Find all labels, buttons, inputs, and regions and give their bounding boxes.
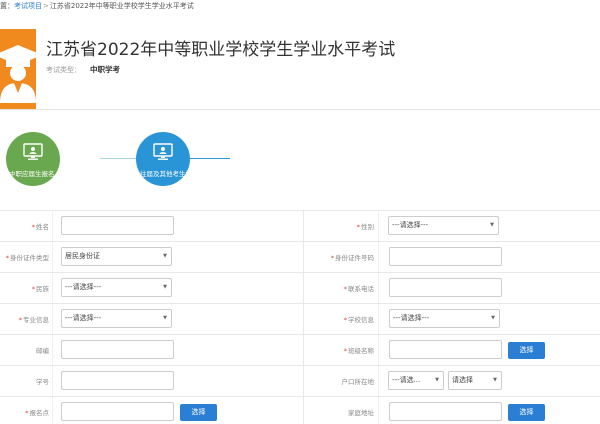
ethnicity-label: *民族 [31,285,49,293]
postcode-label: 邮编 [36,347,49,355]
gender-select[interactable]: ---请选择--- ▼ [388,216,499,235]
form-row: *民族 ---请选择--- ▼ *联系电话 [0,272,600,303]
form-row: *专业信息 ---请选择--- ▼ *学校信息 ---请选择--- ▼ [0,303,600,334]
id-type-label: *身份证件类型 [5,254,49,262]
exam-type-label: 考试类型： [46,66,81,74]
header-divider [0,109,600,110]
class-input[interactable] [389,340,502,359]
name-label: *姓名 [31,223,49,231]
address-label: 家庭地址 [348,409,374,417]
breadcrumb: 置：考试项目>江苏省2022年中等职业学校学生学业水平考试 [0,0,194,13]
exam-type-value: 中职学考 [90,65,120,74]
major-select[interactable]: ---请选择--- ▼ [61,309,172,328]
hukou-city-select[interactable]: 请选择 ▼ [448,371,502,390]
dropdown-arrow-icon: ▼ [163,253,167,259]
dropdown-arrow-icon: ▼ [493,377,497,383]
step-label: 中职应届生报名 [9,170,55,178]
breadcrumb-link-exam-items[interactable]: 考试项目 [14,2,42,10]
address-input[interactable] [389,402,502,421]
hukou-province-select[interactable]: ---请选... ▼ [388,371,444,390]
step-label: 往届及其他考生报 [140,170,192,178]
breadcrumb-current: 江苏省2022年中等职业学校学生学业水平考试 [49,2,194,10]
step-connector [100,158,140,159]
breadcrumb-separator: > [43,2,49,10]
hukou-label: 户口所在地 [341,378,375,386]
dropdown-arrow-icon: ▼ [435,377,439,383]
step-connector-active [190,158,230,159]
class-select-button[interactable]: 选择 [508,342,545,359]
dropdown-arrow-icon: ▼ [490,222,494,228]
name-input[interactable] [61,216,174,235]
student-id-input[interactable] [61,371,174,390]
id-number-input[interactable] [389,247,502,266]
school-label: *学校信息 [343,316,374,324]
address-select-button[interactable]: 选择 [508,404,545,421]
dropdown-arrow-icon: ▼ [163,315,167,321]
site-select-button[interactable]: 选择 [180,404,217,421]
ethnicity-select[interactable]: ---请选择--- ▼ [61,278,172,297]
id-number-label: *身份证件号码 [330,254,374,262]
gender-label: *性别 [356,223,374,231]
graduate-logo [0,29,36,109]
monitor-icon [153,143,173,160]
school-select[interactable]: ---请选择--- ▼ [389,309,500,328]
monitor-icon [23,143,43,160]
student-id-label: 学号 [36,378,49,386]
registration-steps: 中职应届生报名 往届及其他考生报 [0,118,600,193]
step-current-student[interactable]: 中职应届生报名 [6,132,60,186]
site-label: *报名点 [25,409,49,417]
form-row: 学号 户口所在地 ---请选... ▼ 请选择 ▼ [0,365,600,396]
form-row: *身份证件类型 居民身份证 ▼ *身份证件号码 [0,241,600,272]
phone-label: *联系电话 [343,285,374,293]
form-row: *姓名 *性别 ---请选择--- ▼ [0,210,600,241]
form-row: 邮编 *班级名称 选择 [0,334,600,365]
dropdown-arrow-icon: ▼ [163,284,167,290]
form-row: *报名点 选择 家庭地址 选择 [0,396,600,424]
exam-title: 江苏省2022年中等职业学校学生学业水平考试 [46,40,396,60]
class-label: *班级名称 [343,347,374,355]
id-type-select[interactable]: 居民身份证 ▼ [61,247,172,266]
breadcrumb-prefix: 置： [0,2,14,10]
phone-input[interactable] [389,278,502,297]
dropdown-arrow-icon: ▼ [491,315,495,321]
postcode-input[interactable] [61,340,174,359]
site-input[interactable] [61,402,174,421]
step-previous-student[interactable]: 往届及其他考生报 [136,132,192,186]
major-label: *专业信息 [18,316,49,324]
exam-header: 江苏省2022年中等职业学校学生学业水平考试 考试类型： 中职学考 [0,21,600,113]
